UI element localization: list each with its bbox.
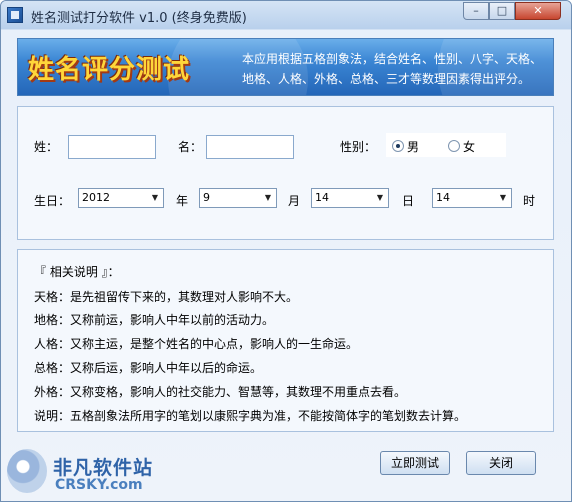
surname-input[interactable]	[68, 135, 156, 159]
chevron-down-icon: ▼	[376, 193, 384, 202]
hour-select[interactable]: 14 ▼	[432, 188, 512, 208]
given-name-input[interactable]	[206, 135, 294, 159]
close-button[interactable]: 关闭	[466, 451, 536, 475]
window-title: 姓名测试打分软件 v1.0 (终身免费版)	[31, 11, 247, 26]
description-line: 总格：又称后运，影响人中年以后的命运。	[34, 361, 263, 375]
banner-title: 姓名评分测试	[28, 55, 191, 85]
hour-select-value: 14	[436, 191, 450, 204]
watermark-en-text: CRSKY.com	[55, 477, 143, 493]
watermark-cn-text: 非凡软件站	[53, 457, 154, 479]
app-icon	[7, 7, 23, 23]
day-unit-label: 日	[402, 194, 415, 208]
gender-female-label[interactable]: 女	[463, 138, 475, 155]
description-heading: 『 相关说明 』：	[34, 265, 120, 279]
start-test-button[interactable]: 立即测试	[380, 451, 450, 475]
gender-male-label[interactable]: 男	[407, 138, 419, 155]
maximize-button[interactable]: □	[489, 2, 515, 20]
title-bar[interactable]: 姓名测试打分软件 v1.0 (终身免费版) – □ ✕	[1, 1, 571, 29]
birth-label: 生日：	[34, 194, 71, 208]
watermark-logo-icon	[7, 449, 47, 493]
year-unit-label: 年	[176, 194, 189, 208]
day-select[interactable]: 14 ▼	[311, 188, 389, 208]
month-select[interactable]: 9 ▼	[199, 188, 277, 208]
description-panel: 『 相关说明 』： 天格：是先祖留传下来的，其数理对人影响不大。 地格：又称前运…	[17, 249, 554, 432]
gender-male-radio[interactable]	[392, 140, 404, 152]
chevron-down-icon: ▼	[151, 193, 159, 202]
description-line: 人格：又称主运，是整个姓名的中心点，影响人的一生命运。	[34, 337, 359, 351]
gender-radio-group	[386, 133, 506, 157]
surname-label: 姓：	[34, 140, 59, 154]
chevron-down-icon: ▼	[264, 193, 272, 202]
description-line: 外格：又称变格，影响人的社交能力、智慧等，其数理不用重点去看。	[34, 385, 407, 399]
given-name-label: 名：	[178, 140, 203, 154]
minimize-button[interactable]: –	[463, 2, 489, 20]
description-line: 地格：又称前运，影响人中年以前的活动力。	[34, 313, 275, 327]
year-select-value: 2012	[82, 191, 110, 204]
chevron-down-icon: ▼	[499, 193, 507, 202]
description-line: 天格：是先祖留传下来的，其数理对人影响不大。	[34, 290, 299, 304]
hour-unit-label: 时	[523, 194, 536, 208]
site-watermark: 非凡软件站 CRSKY.com	[7, 447, 167, 497]
gender-label: 性别：	[340, 140, 377, 154]
year-select[interactable]: 2012 ▼	[78, 188, 164, 208]
month-unit-label: 月	[288, 194, 301, 208]
day-select-value: 14	[315, 191, 329, 204]
header-banner: 姓名评分测试 本应用根据五格剖象法，结合姓名、性别、八字、天格、地格、人格、外格…	[17, 38, 554, 96]
gender-female-radio[interactable]	[448, 140, 460, 152]
banner-description: 本应用根据五格剖象法，结合姓名、性别、八字、天格、地格、人格、外格、总格、三才等…	[242, 52, 543, 86]
input-form-panel: 姓： 名： 性别： 男 女 生日： 2012 ▼ 年 9 ▼ 月 14 ▼ 日 …	[17, 106, 554, 240]
app-window: 姓名测试打分软件 v1.0 (终身免费版) – □ ✕ 姓名评分测试 本应用根据…	[0, 0, 572, 502]
month-select-value: 9	[203, 191, 210, 204]
close-window-button[interactable]: ✕	[515, 2, 561, 20]
description-line: 说明：五格剖象法所用字的笔划以康熙字典为准，不能按简体字的笔划数去计算。	[34, 409, 467, 423]
